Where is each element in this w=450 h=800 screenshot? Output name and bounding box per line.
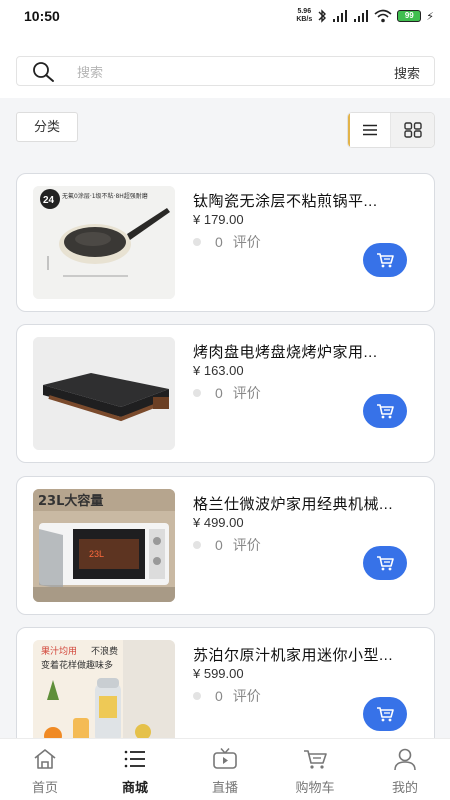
rating-dot <box>193 541 201 549</box>
product-rating: 0 评价 <box>193 232 261 252</box>
tab-mall[interactable]: 商城 <box>90 739 180 800</box>
status-bar: 10:50 5.96 KB/s 99 ⚡ <box>0 0 450 32</box>
grid-view-icon <box>403 122 422 138</box>
product-name[interactable]: 苏泊尔原汁机家用迷你小型... <box>193 644 421 665</box>
product-rating: 0 评价 <box>193 383 261 403</box>
tv-icon <box>213 748 237 769</box>
cart-icon <box>377 404 394 419</box>
bottom-tab-bar: 首页 商城 直播 购物车 我的 <box>0 738 450 800</box>
tab-me[interactable]: 我的 <box>360 739 450 800</box>
tab-label: 我的 <box>391 780 418 795</box>
user-icon <box>394 748 416 771</box>
add-to-cart-button[interactable] <box>363 394 407 428</box>
pan-image: 24 无氟0涂层·1级不粘·8H超强耐磨 <box>33 186 175 299</box>
rating-dot <box>193 238 201 246</box>
tab-live[interactable]: 直播 <box>180 739 270 800</box>
list-view-icon <box>363 124 378 136</box>
product-rating: 0 评价 <box>193 686 261 706</box>
status-time: 10:50 <box>24 8 60 24</box>
status-icons: 5.96 KB/s 99 ⚡ <box>296 6 434 26</box>
signal-icon <box>333 10 348 22</box>
grill-image <box>33 337 175 450</box>
tab-home[interactable]: 首页 <box>0 739 90 800</box>
product-price: ¥ 163.00 <box>193 363 244 378</box>
signal-icon-2 <box>354 10 369 22</box>
cart-icon <box>304 750 327 769</box>
product-card[interactable]: 烤肉盘电烤盘烧烤炉家用... ¥ 163.00 0 评价 <box>16 324 435 463</box>
review-count: 0 <box>215 537 223 553</box>
microwave-badge: 23L大容量 <box>38 493 103 509</box>
bluetooth-icon <box>318 9 327 23</box>
review-label: 评价 <box>232 234 261 250</box>
product-card[interactable]: 23L大容量 23L 格兰仕微波炉家用经典机械... ¥ 499.00 0 评价 <box>16 476 435 615</box>
view-toggle <box>347 112 435 148</box>
pan-badge: 24 <box>43 195 55 206</box>
product-rating: 0 评价 <box>193 535 261 555</box>
search-bar[interactable]: 搜索 <box>16 56 435 86</box>
product-image-pan: 24 无氟0涂层·1级不粘·8H超强耐磨 <box>33 186 175 299</box>
product-name[interactable]: 烤肉盘电烤盘烧烤炉家用... <box>193 341 421 362</box>
network-speed: 5.96 KB/s <box>296 8 313 23</box>
review-label: 评价 <box>232 385 261 401</box>
review-label: 评价 <box>232 537 261 553</box>
juicer-caption-1: 果汁均用 <box>41 645 77 657</box>
juicer-caption-2: 不浪费 <box>91 645 118 657</box>
list-view-button[interactable] <box>348 113 392 147</box>
cart-icon <box>377 253 394 268</box>
search-input[interactable] <box>77 61 357 83</box>
product-card[interactable]: 24 无氟0涂层·1级不粘·8H超强耐磨 钛陶瓷无涂层不粘煎锅平... ¥ 17… <box>16 173 435 312</box>
review-label: 评价 <box>232 688 261 704</box>
pan-caption: 无氟0涂层·1级不粘·8H超强耐磨 <box>62 192 148 200</box>
product-name[interactable]: 钛陶瓷无涂层不粘煎锅平... <box>193 190 421 211</box>
add-to-cart-button[interactable] <box>363 243 407 277</box>
rating-dot <box>193 389 201 397</box>
microwave-image: 23L大容量 23L <box>33 489 175 602</box>
grid-view-button[interactable] <box>391 113 434 147</box>
product-price: ¥ 179.00 <box>193 212 244 227</box>
search-button[interactable]: 搜索 <box>394 63 420 82</box>
tab-label: 直播 <box>211 780 238 795</box>
add-to-cart-button[interactable] <box>363 697 407 731</box>
product-name[interactable]: 格兰仕微波炉家用经典机械... <box>193 493 421 514</box>
tab-label: 购物车 <box>295 780 335 795</box>
review-count: 0 <box>215 234 223 250</box>
tab-label: 首页 <box>31 780 58 795</box>
product-image-juicer: 果汁均用 不浪费 变着花样做趣味多 <box>33 640 175 753</box>
juicer-image: 果汁均用 不浪费 变着花样做趣味多 <box>33 640 175 753</box>
cart-icon <box>377 707 394 722</box>
list-icon <box>124 750 145 768</box>
tab-cart[interactable]: 购物车 <box>270 739 360 800</box>
search-icon <box>33 62 54 82</box>
juicer-caption-3: 变着花样做趣味多 <box>41 659 113 671</box>
rating-dot <box>193 692 201 700</box>
cart-icon <box>377 556 394 571</box>
product-image-microwave: 23L大容量 23L <box>33 489 175 602</box>
review-count: 0 <box>215 385 223 401</box>
home-icon <box>34 749 56 769</box>
category-button[interactable]: 分类 <box>16 112 78 142</box>
charging-icon: ⚡ <box>426 10 434 23</box>
add-to-cart-button[interactable] <box>363 546 407 580</box>
product-image-grill <box>33 337 175 450</box>
battery-icon: 99 <box>397 10 422 22</box>
review-count: 0 <box>215 688 223 704</box>
product-price: ¥ 599.00 <box>193 666 244 681</box>
product-price: ¥ 499.00 <box>193 515 244 530</box>
tab-label: 商城 <box>121 780 148 795</box>
microwave-door-text: 23L <box>89 549 104 559</box>
wifi-icon <box>374 9 392 23</box>
